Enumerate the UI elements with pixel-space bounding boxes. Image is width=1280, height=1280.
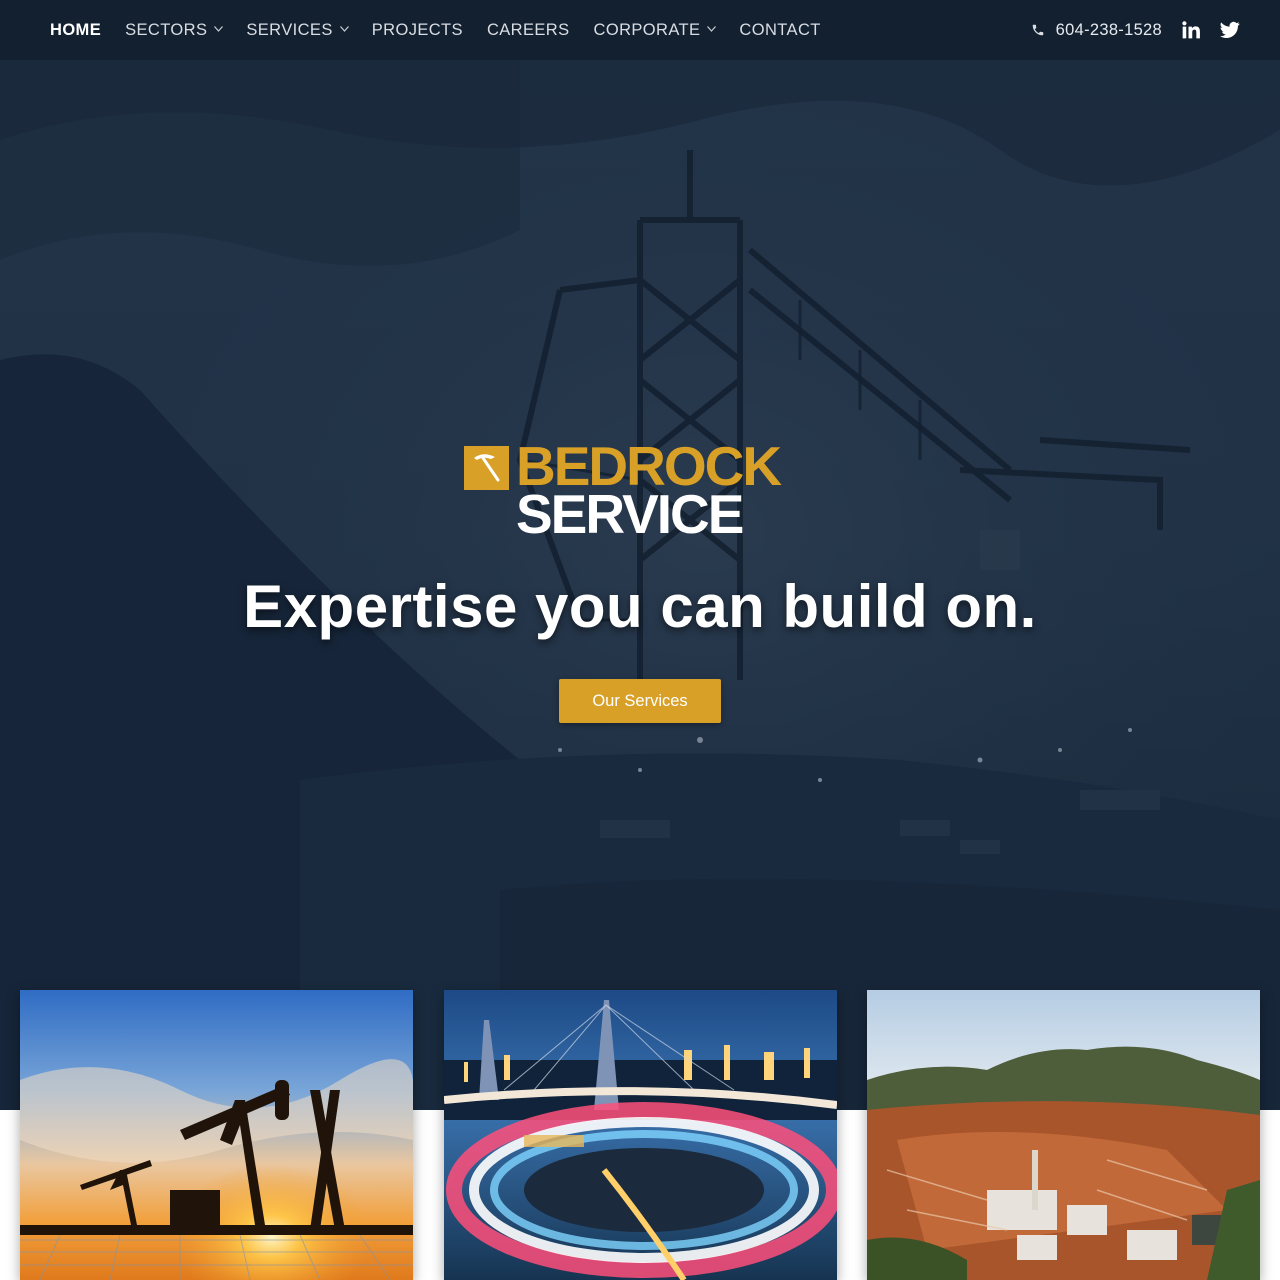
card-mining[interactable] <box>867 990 1260 1280</box>
chevron-down-icon <box>214 26 224 34</box>
nav-item-label: PROJECTS <box>371 20 463 39</box>
card-oil-gas[interactable] <box>20 990 413 1280</box>
top-navigation: HOME SECTORS SERVICES PROJECTS CAREERS C… <box>0 0 1280 60</box>
our-services-button[interactable]: Our Services <box>559 679 721 723</box>
highway-interchange-image <box>444 990 837 1280</box>
phone-link[interactable]: 604-238-1528 <box>1031 21 1162 40</box>
nav-item-services[interactable]: SERVICES <box>234 0 359 60</box>
phone-number: 604-238-1528 <box>1055 20 1162 39</box>
twitter-icon[interactable] <box>1220 20 1240 40</box>
nav-item-label: CONTACT <box>739 20 821 39</box>
card-infrastructure[interactable] <box>444 990 837 1280</box>
nav-contact-area: 604-238-1528 <box>1031 0 1240 60</box>
nav-item-label: SECTORS <box>125 20 208 39</box>
nav-item-corporate[interactable]: CORPORATE <box>582 0 728 60</box>
nav-item-projects[interactable]: PROJECTS <box>360 0 475 60</box>
hero-section: BEDROCK SERVICE Expertise you can build … <box>0 60 1280 1110</box>
nav-item-careers[interactable]: CAREERS <box>475 0 582 60</box>
nav-item-home[interactable]: HOME <box>38 0 113 60</box>
nav-item-contact[interactable]: CONTACT <box>727 0 832 60</box>
logo-wordmark-bottom: SERVICE <box>516 483 744 545</box>
linkedin-icon[interactable] <box>1181 20 1201 40</box>
bedrock-logo[interactable]: BEDROCK SERVICE <box>464 436 816 545</box>
nav-item-label: CAREERS <box>486 20 570 39</box>
oil-pumpjack-image <box>20 990 413 1280</box>
nav-item-label: CORPORATE <box>593 20 701 39</box>
pickaxe-icon <box>464 446 509 490</box>
phone-icon <box>1031 23 1045 37</box>
nav-item-sectors[interactable]: SECTORS <box>113 0 234 60</box>
feature-cards <box>0 990 1280 1280</box>
hero-tagline: Expertise you can build on. <box>243 573 1037 640</box>
mining-site-image <box>867 990 1260 1280</box>
nav-item-label: HOME <box>50 20 102 39</box>
chevron-down-icon <box>339 26 349 34</box>
chevron-down-icon <box>707 26 717 34</box>
main-menu: HOME SECTORS SERVICES PROJECTS CAREERS C… <box>38 0 833 60</box>
nav-item-label: SERVICES <box>246 20 333 39</box>
